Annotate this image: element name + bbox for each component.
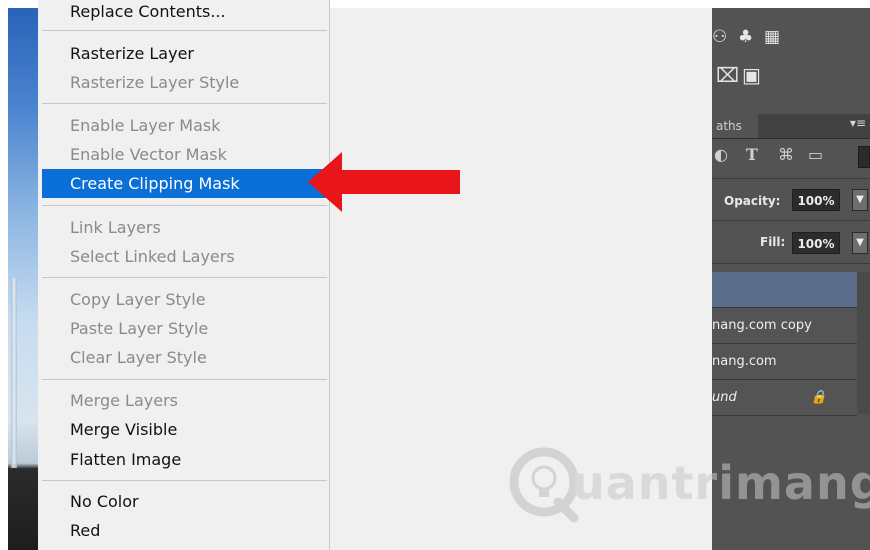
tab-paths[interactable]: aths <box>712 114 758 138</box>
window-edge <box>0 0 8 550</box>
menu-item-rasterize-layer[interactable]: Rasterize Layer <box>42 39 327 68</box>
menu-separator <box>42 103 327 104</box>
fill-dropdown-icon[interactable]: ▼ <box>852 232 868 254</box>
panel-scrollbar[interactable] <box>857 272 870 414</box>
opacity-dropdown-icon[interactable]: ▼ <box>852 189 868 211</box>
divider <box>712 263 870 264</box>
layer-row-background[interactable]: und 🔒 <box>712 380 857 416</box>
opacity-label: Opacity: <box>724 194 781 208</box>
layer-name: und <box>712 390 737 405</box>
grid-icon[interactable]: ▦ <box>764 22 780 52</box>
context-menu: Replace Contents... Rasterize Layer Rast… <box>38 0 330 550</box>
watermark-logo-icon <box>509 447 579 523</box>
menu-item-select-linked-layers[interactable]: Select Linked Layers <box>42 242 327 271</box>
menu-item-flatten-image[interactable]: Flatten Image <box>42 445 327 474</box>
layer-row-selected[interactable] <box>712 272 857 308</box>
opacity-input[interactable]: 100% <box>792 189 840 211</box>
menu-separator <box>42 379 327 380</box>
layer-name: nang.com copy <box>712 318 812 333</box>
menu-item-no-color[interactable]: No Color <box>42 487 327 516</box>
fill-input[interactable]: 100% <box>792 232 840 254</box>
watermark-text: uantrimang <box>572 456 870 510</box>
image-tower <box>11 278 17 468</box>
screenshot: ⚇ ♣ ▦ ⌧ ▣ aths ▾≡ ◐ T ⌘ ▭ Opacity: 100% … <box>0 0 870 550</box>
document-image <box>8 8 38 550</box>
panel-tab-bar: aths ▾≡ <box>712 114 870 139</box>
square-icon[interactable]: ▣ <box>742 60 761 90</box>
transform-icon[interactable]: ⌘ <box>778 145 794 164</box>
menu-item-create-clipping-mask[interactable]: Create Clipping Mask <box>42 169 327 198</box>
filter-toggle[interactable] <box>858 146 870 168</box>
menu-item-enable-vector-mask[interactable]: Enable Vector Mask <box>42 140 327 169</box>
menu-item-enable-layer-mask[interactable]: Enable Layer Mask <box>42 111 327 140</box>
menu-item-paste-layer-style[interactable]: Paste Layer Style <box>42 314 327 343</box>
channels-icon[interactable]: ⚇ <box>712 22 727 52</box>
type-icon[interactable]: T <box>746 145 758 164</box>
menu-separator <box>42 480 327 481</box>
menu-item-red[interactable]: Red <box>42 516 327 545</box>
layer-name: nang.com <box>712 354 777 369</box>
panel-icon-row: ⚇ ♣ ▦ <box>712 22 870 52</box>
watermark: uantrimang <box>500 436 870 536</box>
panel-icon-row-2: ⌧ ▣ <box>712 60 870 90</box>
menu-item-rasterize-layer-style[interactable]: Rasterize Layer Style <box>42 68 327 97</box>
menu-item-link-layers[interactable]: Link Layers <box>42 213 327 242</box>
divider <box>712 220 870 221</box>
red-arrow-icon <box>308 152 460 212</box>
smart-object-icon[interactable]: ▭ <box>808 145 823 164</box>
adjustment-icon[interactable]: ◐ <box>714 145 728 164</box>
menu-separator <box>42 277 327 278</box>
panel-menu-icon[interactable]: ▾≡ <box>850 116 866 130</box>
swatches-icon[interactable]: ♣ <box>738 22 753 52</box>
fill-label: Fill: <box>760 235 786 249</box>
menu-item-copy-layer-style[interactable]: Copy Layer Style <box>42 285 327 314</box>
mask-icon[interactable]: ⌧ <box>716 60 739 90</box>
menu-item-replace-contents[interactable]: Replace Contents... <box>42 0 327 26</box>
lock-icon: 🔒 <box>810 390 827 405</box>
menu-separator <box>42 30 327 31</box>
layer-filter-bar: ◐ T ⌘ ▭ <box>712 141 870 175</box>
menu-item-clear-layer-style[interactable]: Clear Layer Style <box>42 343 327 372</box>
menu-separator <box>42 205 327 206</box>
divider <box>712 178 870 179</box>
menu-item-merge-visible[interactable]: Merge Visible <box>42 415 327 444</box>
menu-item-merge-layers[interactable]: Merge Layers <box>42 386 327 415</box>
layer-row[interactable]: nang.com <box>712 344 857 380</box>
layer-row[interactable]: nang.com copy <box>712 308 857 344</box>
